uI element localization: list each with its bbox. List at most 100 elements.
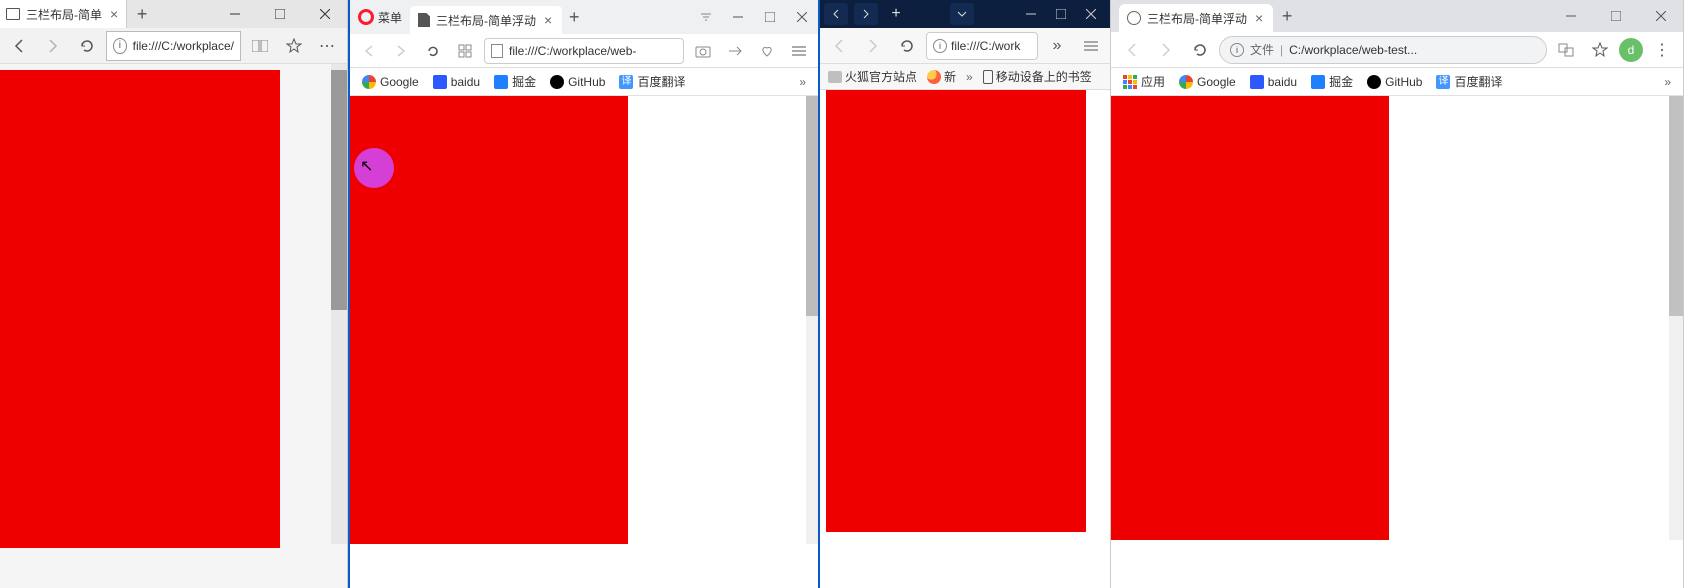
url-input[interactable]: file:///C:/workplace/web- <box>484 38 684 64</box>
document-icon <box>418 13 430 27</box>
reading-view-button[interactable] <box>245 31 275 61</box>
bookmark-mobile[interactable]: 移动设备上的书签 <box>983 68 1092 85</box>
url-input[interactable]: i file:///C:/workplace/ <box>106 31 241 61</box>
close-button[interactable] <box>1638 2 1683 30</box>
bookmark-github[interactable]: GitHub <box>1367 75 1422 89</box>
firefox-bookmarks-bar: 火狐官方站点 新 » 移动设备上的书签 <box>820 64 1110 90</box>
bookmarks-overflow[interactable]: » <box>799 75 806 89</box>
bookmark-juejin[interactable]: 掘金 <box>1311 73 1353 90</box>
bookmark-google[interactable]: Google <box>1179 75 1236 89</box>
bookmark-google[interactable]: Google <box>362 75 419 89</box>
maximize-button[interactable] <box>1593 2 1638 30</box>
new-tab-button[interactable]: + <box>562 5 586 29</box>
forward-button[interactable] <box>38 31 68 61</box>
apps-icon <box>1123 75 1137 89</box>
translate-button[interactable] <box>1551 35 1581 65</box>
bookmark-apps[interactable]: 应用 <box>1123 73 1165 90</box>
close-icon[interactable]: × <box>542 12 554 28</box>
favorite-button[interactable] <box>279 31 309 61</box>
forward-button[interactable] <box>858 31 888 61</box>
bookmarks-overflow[interactable]: » <box>1664 75 1671 89</box>
profile-avatar[interactable]: d <box>1619 38 1643 62</box>
easy-setup-button[interactable] <box>786 38 812 64</box>
url-input[interactable]: i file:///C:/work <box>926 32 1038 60</box>
new-tab-button[interactable]: + <box>1273 2 1301 30</box>
bookmark-heart-button[interactable] <box>754 38 780 64</box>
opera-menu-button[interactable]: 菜单 <box>350 0 410 34</box>
refresh-button[interactable] <box>420 38 446 64</box>
refresh-button[interactable] <box>72 31 102 61</box>
chrome-address-bar: i 文件 | C:/workplace/web-test... d ⋮ <box>1111 32 1683 68</box>
tab-left-button[interactable] <box>824 3 848 25</box>
document-icon <box>491 44 503 58</box>
close-button[interactable] <box>786 3 818 31</box>
scrollbar-thumb[interactable] <box>331 70 347 310</box>
url-text: C:/workplace/web-test... <box>1289 43 1417 57</box>
maximize-button[interactable] <box>1046 2 1076 26</box>
menu-label: 菜单 <box>378 9 402 26</box>
baidu-icon <box>1250 75 1264 89</box>
minimize-button[interactable] <box>722 3 754 31</box>
juejin-icon <box>1311 75 1325 89</box>
bookmark-official[interactable]: 火狐官方站点 <box>828 68 917 85</box>
more-button[interactable]: ⋯ <box>313 31 343 61</box>
new-tab-button[interactable]: + <box>884 3 908 25</box>
bookmark-baidu[interactable]: baidu <box>433 75 480 89</box>
minimize-button[interactable] <box>212 0 257 28</box>
cursor-highlight <box>354 148 394 188</box>
new-tab-button[interactable]: + <box>127 0 157 28</box>
favorite-button[interactable] <box>1585 35 1615 65</box>
send-button[interactable] <box>722 38 748 64</box>
back-button[interactable] <box>356 38 382 64</box>
close-icon[interactable]: × <box>108 6 120 22</box>
overflow-button[interactable]: » <box>1042 31 1072 61</box>
minimize-button[interactable] <box>1016 2 1046 26</box>
opera-active-tab[interactable]: 三栏布局-简单浮动 × <box>410 6 562 34</box>
bookmarks-overflow[interactable]: » <box>966 70 973 84</box>
bookmark-baidu[interactable]: baidu <box>1250 75 1297 89</box>
snapshot-button[interactable] <box>690 38 716 64</box>
firefox-content <box>820 90 1110 588</box>
red-layout-box <box>0 70 280 548</box>
tab-dropdown-button[interactable] <box>950 3 974 25</box>
globe-icon <box>1127 11 1141 25</box>
edge-active-tab[interactable]: 三栏布局-简单 × <box>0 0 127 28</box>
window-controls <box>1016 2 1106 26</box>
folder-icon <box>828 71 842 83</box>
back-button[interactable] <box>824 31 854 61</box>
back-button[interactable] <box>4 31 34 61</box>
bookmark-xin[interactable]: 新 <box>927 68 956 85</box>
window-controls <box>212 0 347 28</box>
scrollbar-thumb[interactable] <box>806 96 818 316</box>
translate-icon: 译 <box>1436 75 1450 89</box>
red-layout-box <box>826 90 1086 532</box>
tab-right-button[interactable] <box>854 3 878 25</box>
menu-button[interactable]: ⋮ <box>1647 35 1677 65</box>
maximize-button[interactable] <box>754 3 786 31</box>
refresh-button[interactable] <box>1185 35 1215 65</box>
speed-dial-button[interactable] <box>452 38 478 64</box>
back-button[interactable] <box>1117 35 1147 65</box>
refresh-button[interactable] <box>892 31 922 61</box>
tab-menu-button[interactable] <box>690 3 722 31</box>
tab-title: 三栏布局-简单浮动 <box>1147 10 1247 27</box>
minimize-button[interactable] <box>1548 2 1593 30</box>
bookmark-juejin[interactable]: 掘金 <box>494 73 536 90</box>
forward-button[interactable] <box>1151 35 1181 65</box>
close-button[interactable] <box>302 0 347 28</box>
scrollbar-thumb[interactable] <box>1669 96 1683 316</box>
maximize-button[interactable] <box>257 0 302 28</box>
baidu-icon <box>433 75 447 89</box>
close-icon[interactable]: × <box>1253 10 1265 26</box>
opera-address-bar: file:///C:/workplace/web- <box>350 34 818 68</box>
forward-button[interactable] <box>388 38 414 64</box>
menu-button[interactable] <box>1076 31 1106 61</box>
close-button[interactable] <box>1076 2 1106 26</box>
url-input[interactable]: i 文件 | C:/workplace/web-test... <box>1219 36 1547 64</box>
tab-title: 三栏布局-简单浮动 <box>436 12 536 29</box>
bookmark-baidufanyi[interactable]: 译百度翻译 <box>619 73 685 90</box>
chrome-active-tab[interactable]: 三栏布局-简单浮动 × <box>1119 4 1273 32</box>
bookmark-github[interactable]: GitHub <box>550 75 605 89</box>
bookmark-baidufanyi[interactable]: 译百度翻译 <box>1436 73 1502 90</box>
firefox-titlebar: + <box>820 0 1110 28</box>
